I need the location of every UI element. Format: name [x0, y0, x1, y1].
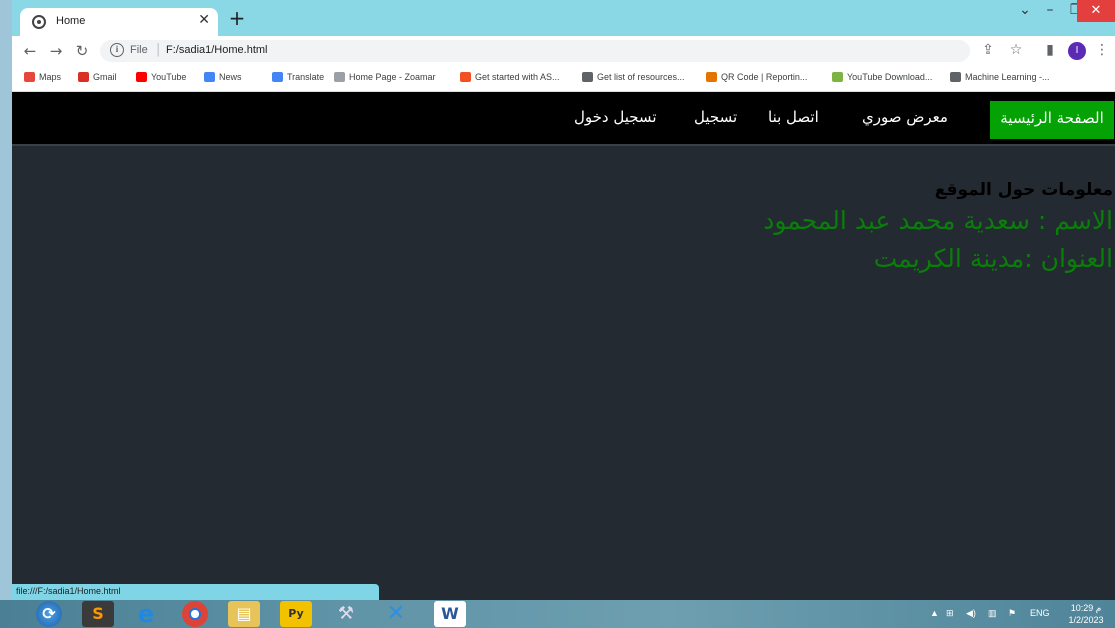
- chrome-icon[interactable]: [182, 601, 208, 627]
- minimize-button[interactable]: –: [1038, 2, 1062, 18]
- tab-strip: Home ✕ + ⌄ – ❐ ✕: [12, 0, 1115, 36]
- bookmark-label: Get list of resources...: [597, 72, 685, 82]
- battery-icon[interactable]: ▥: [988, 608, 997, 619]
- bookmark-item[interactable]: YouTube: [136, 72, 186, 82]
- bookmark-label: Home Page - Zoamar: [349, 72, 436, 82]
- web-page: الصفحة الرئيسية معرض صوري اتصل بنا تسجيل…: [12, 92, 1115, 600]
- nav-home[interactable]: الصفحة الرئيسية: [990, 101, 1114, 139]
- news-icon: [204, 72, 215, 82]
- bookmark-item[interactable]: Get list of resources...: [582, 72, 685, 82]
- nav-contact[interactable]: اتصل بنا: [768, 108, 819, 126]
- network-tool-icon[interactable]: ⚒: [330, 601, 362, 627]
- status-bar: file:///F:/sadia1/Home.html: [12, 584, 379, 600]
- share-icon[interactable]: ⇪: [978, 42, 998, 58]
- bookmark-item[interactable]: YouTube Download...: [832, 72, 932, 82]
- url-text[interactable]: F:/sadia1/Home.html: [166, 44, 267, 56]
- globe-icon: [32, 15, 46, 29]
- url-separator: |: [156, 42, 161, 57]
- bookmark-item[interactable]: Get started with AS...: [460, 72, 560, 82]
- reload-icon[interactable]: ↻: [72, 42, 92, 60]
- start-button[interactable]: ⟳: [36, 601, 62, 627]
- internet-explorer-icon[interactable]: e: [130, 601, 162, 627]
- name-line: الاسم : سعدية محمد عبد المحمود: [763, 206, 1113, 235]
- bookmark-label: Machine Learning -...: [965, 72, 1050, 82]
- windows-taskbar: ⟳ S e ▤ Py ⚒ ✕ W ▲ ⊞ ◀) ▥ ⚑ ENG 10:29 م …: [0, 600, 1115, 628]
- download-icon: [832, 72, 843, 82]
- bookmark-label: QR Code | Reportin...: [721, 72, 808, 82]
- clock-date: 1/2/2023: [1068, 615, 1104, 625]
- bookmark-item[interactable]: Gmail: [78, 72, 117, 82]
- address-bar[interactable]: i File | F:/sadia1/Home.html: [100, 40, 970, 62]
- youtube-icon: [136, 72, 147, 82]
- bookmark-label: News: [219, 72, 242, 82]
- bookmark-label: Gmail: [93, 72, 117, 82]
- globe-icon: [582, 72, 593, 82]
- bookmark-label: Get started with AS...: [475, 72, 560, 82]
- clock[interactable]: 10:29 م 1/2/2023: [1060, 602, 1112, 626]
- flag-icon[interactable]: ⚑: [1008, 608, 1016, 619]
- tab-title: Home: [56, 15, 86, 27]
- bookmark-label: YouTube Download...: [847, 72, 933, 82]
- sublime-text-icon[interactable]: S: [82, 601, 114, 627]
- maps-pin-icon: [24, 72, 35, 82]
- address-line: العنوان :مدينة الكريمت: [873, 244, 1113, 273]
- bookmarks-bar: Maps Gmail YouTube News Translate Home Page -…: [12, 66, 1115, 92]
- bookmark-label: YouTube: [151, 72, 187, 82]
- status-url: file:///F:/sadia1/Home.html: [16, 586, 121, 596]
- nav-home-label: الصفحة الرئيسية: [1000, 109, 1104, 127]
- qr-icon: [706, 72, 717, 82]
- vscode-icon[interactable]: ✕: [380, 601, 412, 627]
- url-scheme: File: [130, 44, 148, 56]
- clock-time: 10:29 م: [1070, 603, 1102, 613]
- bookmark-label: Translate: [287, 72, 325, 82]
- translate-icon: [272, 72, 283, 82]
- browser-window: Home ✕ + ⌄ – ❐ ✕ ← → ↻ i File | F:/sadia…: [12, 0, 1115, 600]
- info-heading: معلومات حول الموقع: [934, 180, 1113, 200]
- ml-icon: [950, 72, 961, 82]
- language-indicator[interactable]: ENG: [1030, 608, 1050, 618]
- tray-arrow-icon[interactable]: ▲: [930, 608, 939, 618]
- tab-search-chevron-icon[interactable]: ⌄: [1013, 2, 1037, 18]
- desktop-edge: [0, 0, 12, 600]
- volume-icon[interactable]: ◀): [966, 608, 976, 619]
- profile-avatar[interactable]: I: [1068, 42, 1086, 60]
- side-panel-icon[interactable]: ▮: [1040, 42, 1060, 58]
- network-icon[interactable]: ⊞: [946, 608, 954, 619]
- microsoft-icon: [460, 72, 471, 82]
- bookmark-item[interactable]: Translate: [272, 72, 324, 82]
- word-icon[interactable]: W: [434, 601, 466, 627]
- bookmark-star-icon[interactable]: ☆: [1006, 42, 1026, 58]
- bookmark-item[interactable]: QR Code | Reportin...: [706, 72, 807, 82]
- nav-login[interactable]: تسجيل دخول: [574, 108, 657, 126]
- nav-gallery[interactable]: معرض صوري: [862, 108, 948, 126]
- page-icon: [334, 72, 345, 82]
- bookmark-item[interactable]: Home Page - Zoamar: [334, 72, 436, 82]
- gmail-icon: [78, 72, 89, 82]
- bookmark-item[interactable]: News: [204, 72, 242, 82]
- browser-toolbar: ← → ↻ i File | F:/sadia1/Home.html ⇪ ☆ ▮…: [12, 36, 1115, 66]
- new-tab-button[interactable]: +: [226, 6, 248, 30]
- close-tab-icon[interactable]: ✕: [198, 12, 210, 28]
- forward-icon[interactable]: →: [46, 42, 66, 60]
- window-close-button[interactable]: ✕: [1077, 0, 1115, 22]
- site-navbar: الصفحة الرئيسية معرض صوري اتصل بنا تسجيل…: [12, 92, 1115, 146]
- back-icon[interactable]: ←: [20, 42, 40, 60]
- python-app-icon[interactable]: Py: [280, 601, 312, 627]
- menu-kebab-icon[interactable]: ⋮: [1092, 42, 1112, 58]
- bookmark-item[interactable]: Maps: [24, 72, 61, 82]
- bookmark-label: Maps: [39, 72, 62, 82]
- file-explorer-icon[interactable]: ▤: [228, 601, 260, 627]
- info-icon[interactable]: i: [110, 43, 124, 57]
- tab-home[interactable]: Home ✕: [20, 8, 218, 36]
- nav-register[interactable]: تسجيل: [694, 108, 737, 126]
- bookmark-item[interactable]: Machine Learning -...: [950, 72, 1050, 82]
